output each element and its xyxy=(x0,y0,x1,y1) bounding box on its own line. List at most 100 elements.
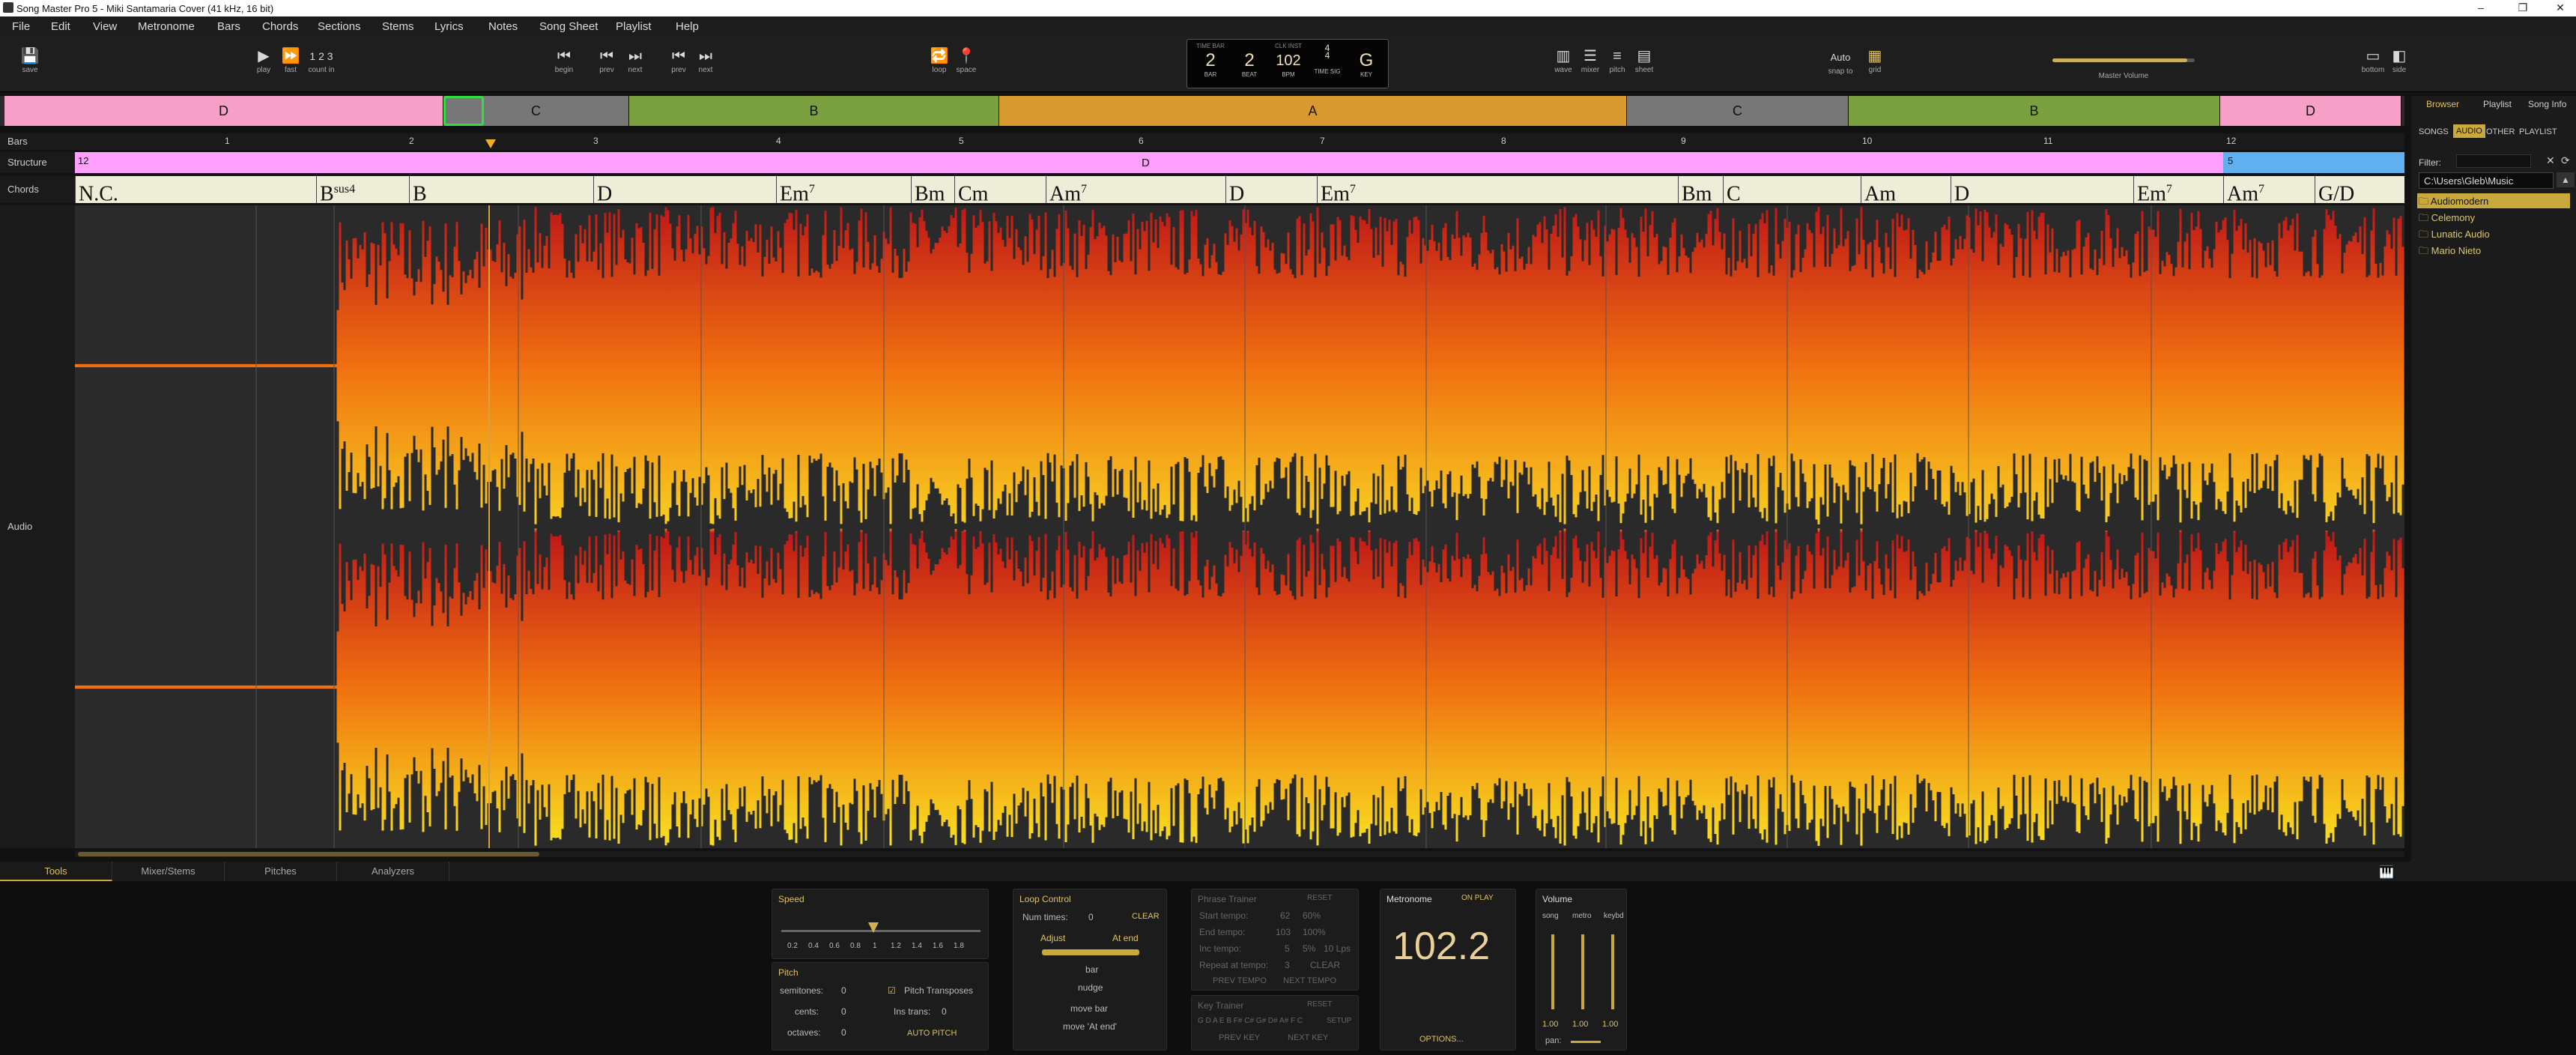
chord-cell[interactable]: Cm xyxy=(954,176,988,205)
tab-tools[interactable]: Tools xyxy=(0,862,112,881)
horizontal-scrollbar[interactable] xyxy=(75,851,2404,857)
wave-view-button[interactable]: ▥ wave xyxy=(1551,48,1576,74)
play-button[interactable]: ▶ play xyxy=(252,48,276,74)
chord-cell[interactable]: Am xyxy=(1861,176,1896,205)
chord-cell[interactable]: Bm xyxy=(911,176,945,205)
folder-lunatic-audio[interactable]: 🗀 Lunatic Audio xyxy=(2419,228,2490,244)
master-volume-slider[interactable] xyxy=(2052,58,2195,62)
close-button[interactable]: ✕ xyxy=(2545,1,2575,15)
tab-playlist-sub[interactable]: PLAYLIST xyxy=(2519,127,2557,136)
menu-notes[interactable]: Notes xyxy=(488,20,518,33)
menu-stems[interactable]: Stems xyxy=(382,20,414,33)
menu-help[interactable]: Help xyxy=(676,20,699,33)
overview-section[interactable]: C xyxy=(1627,96,1849,126)
refresh-icon[interactable]: ⟳ xyxy=(2561,154,2570,167)
bar-ruler[interactable]: 1 2 3 4 5 6 7 8 9 10 11 12 xyxy=(75,133,2404,150)
save-button[interactable]: 💾 save xyxy=(16,48,43,74)
tab-browser[interactable]: Browser xyxy=(2426,99,2459,109)
tab-mixer-stems[interactable]: Mixer/Stems xyxy=(112,862,225,881)
tab-audio[interactable]: AUDIO xyxy=(2453,124,2485,138)
at-end-tab[interactable]: At end xyxy=(1112,933,1139,943)
time-signature-display[interactable]: 4 4 TIME SIG xyxy=(1309,40,1346,89)
snap-to-button[interactable]: Auto snap to xyxy=(1822,49,1859,76)
overview-section[interactable]: B xyxy=(1849,96,2220,126)
next-key-button[interactable]: NEXT KEY xyxy=(1288,1033,1328,1042)
overview-section[interactable]: A xyxy=(999,96,1627,126)
tab-other[interactable]: OTHER xyxy=(2486,127,2515,136)
bpm-display[interactable]: CLK INST 102 BPM xyxy=(1270,40,1307,89)
song-overview[interactable]: D C B A C B D xyxy=(0,96,2404,126)
next-button[interactable]: ⏭ next xyxy=(623,48,647,74)
audio-waveform-lane[interactable] xyxy=(75,205,2404,848)
chord-cell[interactable]: Bsus4 xyxy=(316,176,355,205)
chord-cell[interactable]: D xyxy=(1225,176,1244,205)
tab-song-info[interactable]: Song Info xyxy=(2528,99,2566,109)
menu-lyrics[interactable]: Lyrics xyxy=(434,20,464,33)
clear-filter-icon[interactable]: ✕ xyxy=(2546,154,2555,167)
chord-cell[interactable]: N.C. xyxy=(75,176,118,205)
song-volume-slider[interactable] xyxy=(1551,934,1554,1009)
count-in-button[interactable]: 1 2 3 count in xyxy=(303,48,340,74)
chord-cell[interactable]: B xyxy=(409,176,427,205)
menu-bars[interactable]: Bars xyxy=(217,20,240,33)
num-times-value[interactable]: 0 xyxy=(1088,912,1094,922)
menu-sections[interactable]: Sections xyxy=(318,20,361,33)
sheet-view-button[interactable]: ▤ sheet xyxy=(1631,48,1657,74)
chord-cell[interactable]: G/D xyxy=(2315,176,2354,205)
folder-audiomodern[interactable]: 🗀 Audiomodern xyxy=(2419,195,2488,211)
bottom-panel-button[interactable]: ▭ bottom xyxy=(2360,48,2386,74)
pitch-transposes-checkbox[interactable]: ☑ xyxy=(888,985,896,996)
overview-viewport[interactable] xyxy=(443,96,484,126)
grid-button[interactable]: ▦ grid xyxy=(1861,48,1889,74)
tab-pitches[interactable]: Pitches xyxy=(225,862,337,881)
chord-cell[interactable]: D xyxy=(593,176,612,205)
chord-cell[interactable]: Bm xyxy=(1678,176,1712,205)
loop-clear-button[interactable]: CLEAR xyxy=(1132,912,1160,921)
prev-key-button[interactable]: PREV KEY xyxy=(1219,1033,1260,1042)
fast-button[interactable]: ⏩ fast xyxy=(279,48,303,74)
speed-slider[interactable] xyxy=(781,930,981,932)
mixer-view-button[interactable]: ☰ mixer xyxy=(1578,48,1603,74)
overview-section[interactable]: D xyxy=(4,96,443,126)
chord-cell[interactable]: Em7 xyxy=(1317,176,1356,205)
folder-mario-nieto[interactable]: 🗀 Mario Nieto xyxy=(2419,244,2481,261)
menu-chords[interactable]: Chords xyxy=(262,20,298,33)
tab-songs[interactable]: SONGS xyxy=(2419,127,2449,136)
key-reset-button[interactable]: RESET xyxy=(1307,1000,1332,1009)
menu-song-sheet[interactable]: Song Sheet xyxy=(539,20,598,33)
chord-cell[interactable]: Am7 xyxy=(2223,176,2264,205)
chord-cell[interactable]: D xyxy=(1951,176,1969,205)
chord-cell[interactable]: Em7 xyxy=(2133,176,2172,205)
next-section-button[interactable]: ⏭ next xyxy=(694,48,718,74)
filter-input[interactable] xyxy=(2456,154,2531,168)
key-setup-button[interactable]: SETUP xyxy=(1327,1017,1351,1025)
metronome-bpm-value[interactable]: 102.2 xyxy=(1392,924,1490,969)
auto-pitch-button[interactable]: AUTO PITCH xyxy=(907,1029,957,1038)
loop-range-bar[interactable] xyxy=(1042,949,1139,955)
maximize-button[interactable]: ❐ xyxy=(2508,1,2538,15)
pan-slider[interactable] xyxy=(1571,1041,1601,1043)
scroll-thumb[interactable] xyxy=(78,852,539,856)
octaves-value[interactable]: 0 xyxy=(841,1027,846,1038)
cents-value[interactable]: 0 xyxy=(841,1006,846,1017)
menu-metronome[interactable]: Metronome xyxy=(138,20,195,33)
menu-view[interactable]: View xyxy=(93,20,117,33)
tab-analyzers[interactable]: Analyzers xyxy=(337,862,449,881)
metronome-options-button[interactable]: OPTIONS... xyxy=(1419,1035,1464,1044)
phrase-reset-button[interactable]: RESET xyxy=(1307,894,1332,902)
waveform[interactable] xyxy=(75,205,2404,848)
playhead-marker[interactable] xyxy=(485,139,496,148)
piano-icon[interactable]: 🎹 xyxy=(2379,865,2394,880)
semitones-value[interactable]: 0 xyxy=(841,985,846,996)
ins-trans-value[interactable]: 0 xyxy=(942,1006,947,1017)
begin-button[interactable]: ⏮ begin xyxy=(550,48,578,74)
chord-cell[interactable]: Am7 xyxy=(1046,176,1087,205)
minimize-button[interactable]: – xyxy=(2466,1,2496,15)
side-panel-button[interactable]: ◧ side xyxy=(2388,48,2410,74)
pitch-view-button[interactable]: ≡ pitch xyxy=(1604,48,1630,74)
structure-lane[interactable]: 12 D 5 xyxy=(75,152,2404,173)
overview-section[interactable]: B xyxy=(629,96,999,126)
loop-button[interactable]: 🔁 loop xyxy=(927,48,951,74)
adjust-tab[interactable]: Adjust xyxy=(1040,933,1065,943)
keybd-volume-slider[interactable] xyxy=(1611,934,1614,1009)
